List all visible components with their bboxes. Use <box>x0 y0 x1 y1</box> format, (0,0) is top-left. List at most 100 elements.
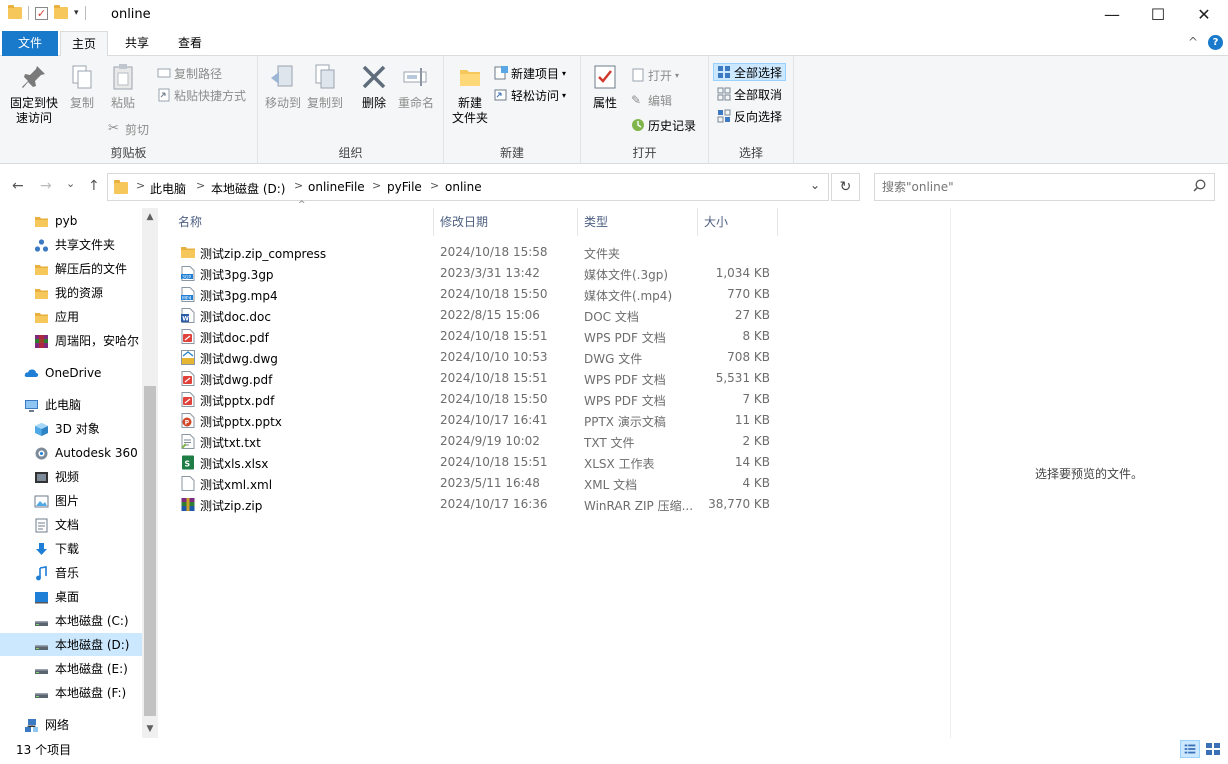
tab-home[interactable]: 主页 <box>60 31 108 57</box>
customize-toolbar-arrow-icon[interactable]: ▾ <box>74 8 79 18</box>
select-none-button[interactable]: 全部取消 <box>717 85 782 103</box>
column-header-size[interactable]: 大小 <box>698 208 778 236</box>
file-row[interactable]: 测试dwg.dwg 2024/10/10 10:53 DWG 文件 708 KB <box>172 347 782 368</box>
breadcrumb-drive-d[interactable]: 本地磁盘 (D:) <box>211 180 285 197</box>
history-button[interactable]: 历史记录 <box>631 116 696 134</box>
help-icon[interactable]: ? <box>1208 35 1223 50</box>
scroll-up-arrow-icon[interactable]: ▲ <box>142 212 158 222</box>
large-icons-view-icon[interactable] <box>1203 740 1223 758</box>
refresh-button[interactable]: ↻ <box>831 173 860 201</box>
easy-access-button[interactable]: 轻松访问 ▾ <box>494 86 566 104</box>
file-row[interactable]: W 测试doc.doc 2022/8/15 15:06 DOC 文档 27 KB <box>172 305 782 326</box>
up-button[interactable]: ↑ <box>88 178 100 194</box>
cut-button[interactable]: ✂ 剪切 <box>108 120 149 138</box>
paste-button[interactable]: 粘贴 <box>102 62 144 111</box>
nav-item[interactable]: 周瑞阳，安哈尔 <box>0 329 142 352</box>
nav-item[interactable]: Autodesk 360 <box>0 441 142 464</box>
file-row[interactable]: S 测试xls.xlsx 2024/10/18 15:51 XLSX 工作表 14 KB <box>172 452 782 473</box>
nav-item[interactable]: 本地磁盘 (D:) <box>0 633 142 656</box>
nav-item[interactable]: 共享文件夹 <box>0 233 142 256</box>
breadcrumb-separator[interactable]: > <box>372 179 381 192</box>
scroll-down-arrow-icon[interactable]: ▼ <box>142 724 158 734</box>
nav-item[interactable]: 音乐 <box>0 561 142 584</box>
minimize-button[interactable]: — <box>1089 0 1135 31</box>
nav-item[interactable]: pyb <box>0 209 142 232</box>
forward-button[interactable]: → <box>40 178 52 194</box>
nav-item[interactable]: 本地磁盘 (F:) <box>0 681 142 704</box>
nav-item[interactable]: 本地磁盘 (E:) <box>0 657 142 680</box>
nav-item[interactable]: 3D 对象 <box>0 417 142 440</box>
properties-check-icon[interactable]: ✓ <box>35 6 48 20</box>
cloud-icon <box>24 366 39 380</box>
file-row[interactable]: 测试zip.zip_compress 2024/10/18 15:58 文件夹 <box>172 242 782 263</box>
column-header-name[interactable]: 名称 <box>172 208 434 236</box>
nav-item[interactable]: 解压后的文件 <box>0 257 142 280</box>
pin-quick-access-button[interactable]: 固定到快 速访问 <box>6 62 62 126</box>
nav-item[interactable]: 我的资源 <box>0 281 142 304</box>
column-header-type[interactable]: 类型 <box>578 208 698 236</box>
nav-item[interactable]: 应用 <box>0 305 142 328</box>
nav-item[interactable]: 图片 <box>0 489 142 512</box>
back-button[interactable]: ← <box>12 178 24 194</box>
scrollbar-thumb[interactable] <box>144 386 156 716</box>
file-row[interactable]: P 测试pptx.pptx 2024/10/17 16:41 PPTX 演示文稿 11 … <box>172 410 782 431</box>
breadcrumb-this-pc[interactable]: 此电脑 <box>150 180 186 197</box>
collapse-ribbon-icon[interactable]: ^ <box>1188 35 1198 49</box>
nav-item[interactable]: 文档 <box>0 513 142 536</box>
address-dropdown-icon[interactable]: ⌄ <box>810 178 820 192</box>
search-input[interactable] <box>875 174 1175 200</box>
file-row[interactable]: 测试dwg.pdf 2024/10/18 15:51 WPS PDF 文档 5,531… <box>172 368 782 389</box>
close-button[interactable]: ✕ <box>1181 0 1227 31</box>
open-button[interactable]: 打开 ▾ <box>631 66 679 84</box>
copy-path-label: 复制路径 <box>174 66 223 81</box>
details-view-icon[interactable] <box>1180 740 1200 758</box>
invert-selection-button[interactable]: 反向选择 <box>717 107 782 125</box>
nav-item[interactable]: 网络 <box>0 713 142 736</box>
select-all-button[interactable]: 全部选择 <box>713 63 787 81</box>
nav-item[interactable]: 视频 <box>0 465 142 488</box>
search-icon[interactable] <box>1193 179 1206 192</box>
delete-button[interactable]: 删除 <box>356 62 392 111</box>
breadcrumb-onlinefile[interactable]: onlineFile <box>308 180 365 194</box>
breadcrumb-pyfile[interactable]: pyFile <box>387 180 422 194</box>
tab-file[interactable]: 文件 <box>2 31 58 56</box>
nav-item[interactable]: 此电脑 <box>0 393 142 416</box>
breadcrumb-online[interactable]: online <box>445 180 482 194</box>
tab-view[interactable]: 查看 <box>168 31 212 56</box>
breadcrumb-separator[interactable]: > <box>136 179 145 192</box>
file-row[interactable]: 3GP 测试3pg.3gp 2023/3/31 13:42 媒体文件(.3gp) 1,0… <box>172 263 782 284</box>
folder-icon[interactable] <box>8 5 22 19</box>
nav-item[interactable]: 下载 <box>0 537 142 560</box>
new-item-button[interactable]: 新建项目 ▾ <box>494 64 566 82</box>
rename-button[interactable]: 重命名 <box>394 62 438 111</box>
file-row[interactable]: MP4 测试3pg.mp4 2024/10/18 15:50 媒体文件(.mp4) 77… <box>172 284 782 305</box>
properties-button[interactable]: 属性 <box>587 62 623 111</box>
search-box[interactable] <box>874 173 1215 201</box>
nav-item[interactable]: 桌面 <box>0 585 142 608</box>
new-folder-button[interactable]: 新建 文件夹 <box>448 62 492 126</box>
column-header-modified[interactable]: 修改日期 <box>434 208 578 236</box>
copy-to-button[interactable]: 复制到 <box>304 62 346 111</box>
edit-button[interactable]: ✎ 编辑 <box>631 91 672 109</box>
file-row[interactable]: 测试zip.zip 2024/10/17 16:36 WinRAR ZIP 压缩..… <box>172 494 782 515</box>
tab-share[interactable]: 共享 <box>114 31 160 56</box>
navigation-scrollbar[interactable]: ▲ ▼ <box>142 208 158 738</box>
breadcrumb-separator[interactable]: > <box>430 179 439 192</box>
file-row[interactable]: 测试doc.pdf 2024/10/18 15:51 WPS PDF 文档 8 KB <box>172 326 782 347</box>
copy-button[interactable]: 复制 <box>62 62 102 111</box>
maximize-button[interactable]: ☐ <box>1135 0 1181 31</box>
file-row[interactable]: 测试pptx.pdf 2024/10/18 15:50 WPS PDF 文档 7 KB <box>172 389 782 410</box>
file-row[interactable]: 测试xml.xml 2023/5/11 16:48 XML 文档 4 KB <box>172 473 782 494</box>
new-folder-icon[interactable] <box>54 5 68 19</box>
recent-locations-button[interactable]: ⌄ <box>66 177 75 190</box>
breadcrumb-separator[interactable]: > <box>196 179 205 192</box>
file-row[interactable]: 测试txt.txt 2024/9/19 10:02 TXT 文件 2 KB <box>172 431 782 452</box>
move-to-button[interactable]: 移动到 <box>262 62 304 111</box>
select-group: 全部选择 全部取消 反向选择 选择 <box>709 56 794 164</box>
address-bar[interactable]: > 此电脑 > 本地磁盘 (D:) > onlineFile > pyFile … <box>107 173 829 201</box>
copy-path-button[interactable]: 复制路径 <box>157 64 222 82</box>
paste-shortcut-button[interactable]: 粘贴快捷方式 <box>157 86 246 104</box>
nav-item[interactable]: OneDrive <box>0 361 142 384</box>
breadcrumb-separator[interactable]: > <box>294 179 303 192</box>
nav-item[interactable]: 本地磁盘 (C:) <box>0 609 142 632</box>
